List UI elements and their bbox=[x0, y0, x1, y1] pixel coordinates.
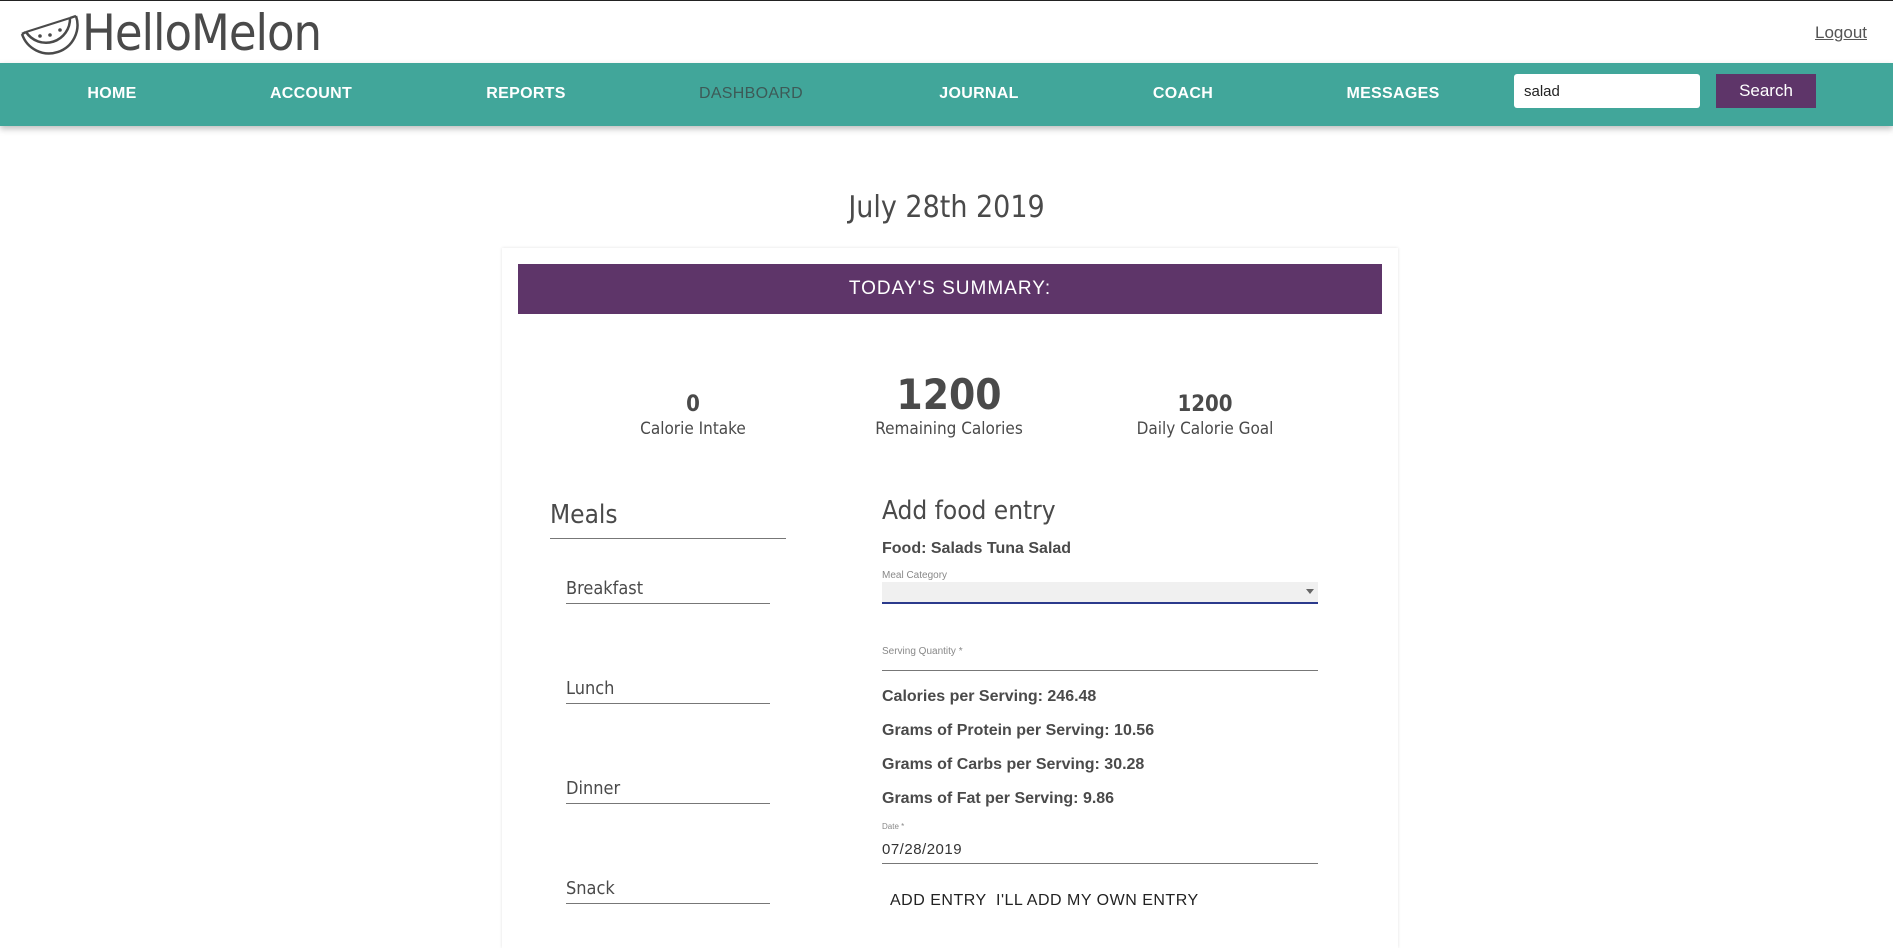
nav-account[interactable]: ACCOUNT bbox=[270, 85, 352, 103]
calories-per-serving: Calories per Serving: 246.48 bbox=[882, 688, 1097, 705]
calorie-intake-stat: 0 Calorie Intake bbox=[640, 392, 746, 440]
top-bar: HelloMelon Logout bbox=[0, 0, 1893, 63]
meals-heading: Meals bbox=[550, 500, 786, 539]
brand-logo[interactable]: HelloMelon bbox=[20, 4, 322, 62]
add-food-entry-heading: Add food entry bbox=[882, 496, 1056, 526]
watermelon-slice-icon bbox=[20, 14, 79, 55]
meal-dinner[interactable]: Dinner bbox=[566, 778, 770, 804]
nav-dashboard[interactable]: DASHBOARD bbox=[699, 85, 803, 103]
page-date-heading: July 28th 2019 bbox=[848, 190, 1045, 225]
fat-per-serving: Grams of Fat per Serving: 9.86 bbox=[882, 790, 1115, 807]
daily-goal-label: Daily Calorie Goal bbox=[1136, 419, 1274, 439]
remaining-calories-value: 1200 bbox=[896, 370, 1002, 419]
calorie-intake-value: 0 bbox=[686, 392, 700, 417]
meal-snack[interactable]: Snack bbox=[566, 878, 770, 904]
meal-category-select[interactable] bbox=[882, 582, 1318, 604]
serving-quantity-input[interactable] bbox=[882, 648, 1318, 671]
protein-per-serving: Grams of Protein per Serving: 10.56 bbox=[882, 722, 1155, 739]
date-label: Date * bbox=[882, 822, 905, 831]
nav-home[interactable]: HOME bbox=[87, 85, 136, 103]
search-button[interactable]: Search bbox=[1716, 74, 1816, 108]
remaining-calories-stat: 1200 Remaining Calories bbox=[875, 372, 1023, 440]
dropdown-arrow-icon bbox=[1306, 589, 1314, 594]
date-input[interactable]: 07/28/2019 bbox=[882, 841, 1318, 864]
nav-messages[interactable]: MESSAGES bbox=[1346, 85, 1439, 103]
calorie-intake-label: Calorie Intake bbox=[640, 419, 746, 439]
nav-coach[interactable]: COACH bbox=[1153, 85, 1213, 103]
carbs-per-serving: Grams of Carbs per Serving: 30.28 bbox=[882, 756, 1145, 773]
meal-lunch[interactable]: Lunch bbox=[566, 678, 770, 704]
nav-reports[interactable]: REPORTS bbox=[486, 85, 565, 103]
summary-card: TODAY'S SUMMARY: 0 Calorie Intake 1200 R… bbox=[502, 248, 1398, 948]
summary-header: TODAY'S SUMMARY: bbox=[518, 264, 1382, 314]
add-entry-button[interactable]: ADD ENTRY bbox=[882, 888, 995, 914]
meal-breakfast[interactable]: Breakfast bbox=[566, 578, 770, 604]
selected-food: Food: Salads Tuna Salad bbox=[882, 540, 1072, 557]
add-own-entry-button[interactable]: I'LL ADD MY OWN ENTRY bbox=[988, 888, 1207, 914]
nav-journal[interactable]: JOURNAL bbox=[939, 85, 1018, 103]
logout-link[interactable]: Logout bbox=[1815, 23, 1867, 43]
main-nav: HOME ACCOUNT REPORTS DASHBOARD JOURNAL C… bbox=[0, 63, 1893, 126]
daily-goal-value: 1200 bbox=[1177, 392, 1233, 417]
daily-goal-stat: 1200 Daily Calorie Goal bbox=[1137, 392, 1274, 440]
brand-name: HelloMelon bbox=[82, 4, 322, 62]
search-input[interactable] bbox=[1514, 74, 1700, 108]
remaining-calories-label: Remaining Calories bbox=[875, 419, 1023, 439]
meal-category-label: Meal Category bbox=[882, 570, 948, 581]
